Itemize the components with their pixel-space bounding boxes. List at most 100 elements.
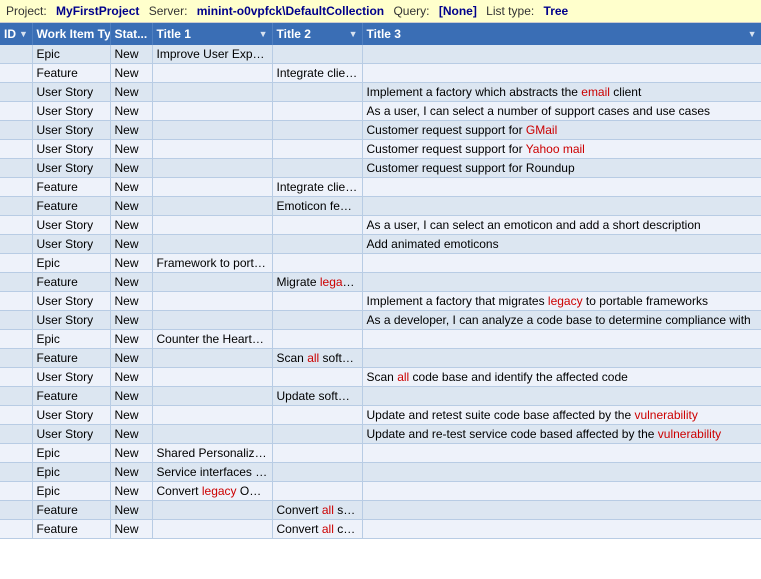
cell-title3	[362, 64, 761, 83]
cell-id	[0, 387, 32, 406]
table-row[interactable]: FeatureNewScan all software for the Open…	[0, 349, 761, 368]
table-row[interactable]: FeatureNewIntegrate client application w…	[0, 64, 761, 83]
cell-type: User Story	[32, 121, 110, 140]
table-row[interactable]: User StoryNewCustomer request support fo…	[0, 140, 761, 159]
cell-id	[0, 425, 32, 444]
cell-title2	[272, 254, 362, 273]
cell-title3	[362, 482, 761, 501]
col-id-label: ID	[4, 27, 16, 41]
cell-state: New	[110, 273, 152, 292]
cell-type: Feature	[32, 520, 110, 539]
cell-id	[0, 463, 32, 482]
cell-title2	[272, 368, 362, 387]
cell-type: User Story	[32, 406, 110, 425]
cell-title1	[152, 349, 272, 368]
table-row[interactable]: User StoryNewUpdate and re-test service …	[0, 425, 761, 444]
table-row[interactable]: FeatureNew Convert all client service cal…	[0, 520, 761, 539]
table-row[interactable]: EpicNewFramework to port applications to…	[0, 254, 761, 273]
table-row[interactable]: FeatureNewIntegrate client app with IM c…	[0, 178, 761, 197]
col-header-state[interactable]: Stat... ▼	[110, 23, 152, 45]
cell-type: User Story	[32, 159, 110, 178]
cell-type: Feature	[32, 178, 110, 197]
cell-title1	[152, 178, 272, 197]
table-row[interactable]: User StoryNewCustomer request support fo…	[0, 159, 761, 178]
table-row[interactable]: User StoryNewUpdate and retest suite cod…	[0, 406, 761, 425]
cell-title1	[152, 121, 272, 140]
table-row[interactable]: FeatureNewEmoticon feedback enabled in c…	[0, 197, 761, 216]
cell-title1	[152, 216, 272, 235]
col-header-title2[interactable]: Title 2 ▼	[272, 23, 362, 45]
cell-id	[0, 292, 32, 311]
cell-type: User Story	[32, 368, 110, 387]
cell-type: User Story	[32, 102, 110, 121]
table-row[interactable]: EpicNewShared Personalization and state	[0, 444, 761, 463]
table-row[interactable]: FeatureNewConvert all services from usin…	[0, 501, 761, 520]
cell-state: New	[110, 425, 152, 444]
col-header-title1[interactable]: Title 1 ▼	[152, 23, 272, 45]
cell-id	[0, 159, 32, 178]
cell-type: User Story	[32, 216, 110, 235]
cell-title2	[272, 425, 362, 444]
col-header-title3[interactable]: Title 3 ▼	[362, 23, 761, 45]
cell-type: Epic	[32, 463, 110, 482]
cell-title3	[362, 463, 761, 482]
cell-title2	[272, 159, 362, 178]
cell-id	[0, 235, 32, 254]
server-value: minint-o0vpfck\DefaultCollection	[197, 4, 384, 18]
table-row[interactable]: User StoryNewCustomer request support fo…	[0, 121, 761, 140]
cell-title1	[152, 83, 272, 102]
cell-id	[0, 444, 32, 463]
cell-state: New	[110, 254, 152, 273]
cell-title1	[152, 273, 272, 292]
table-row[interactable]: User StoryNewScan all code base and iden…	[0, 368, 761, 387]
col-state-label: Stat...	[115, 27, 148, 41]
cell-title3	[362, 45, 761, 64]
col-type-label: Work Item Ty...	[37, 27, 111, 41]
cell-state: New	[110, 349, 152, 368]
cell-id	[0, 64, 32, 83]
cell-title3	[362, 444, 761, 463]
table-row[interactable]: EpicNewConvert legacy Odata service inte…	[0, 482, 761, 501]
cell-state: New	[110, 482, 152, 501]
cell-state: New	[110, 463, 152, 482]
cell-type: Feature	[32, 387, 110, 406]
cell-state: New	[110, 292, 152, 311]
table-row[interactable]: User StoryNewAs a user, I can select an …	[0, 216, 761, 235]
cell-title1	[152, 197, 272, 216]
cell-type: Feature	[32, 197, 110, 216]
col-header-type[interactable]: Work Item Ty... ▼	[32, 23, 110, 45]
cell-title1: Counter the Heartbleed web security bug	[152, 330, 272, 349]
cell-id	[0, 482, 32, 501]
column-header-row: ID ▼ Work Item Ty... ▼ Stat... ▼	[0, 23, 761, 45]
project-label: Project:	[6, 4, 47, 18]
table-row[interactable]: EpicNewService interfaces to support RES…	[0, 463, 761, 482]
table-row[interactable]: EpicNewImprove User Experience	[0, 45, 761, 64]
cell-id	[0, 273, 32, 292]
table-row[interactable]: User StoryNewAs a developer, I can analy…	[0, 311, 761, 330]
cell-state: New	[110, 178, 152, 197]
cell-title1: Convert legacy Odata service interfaces …	[152, 482, 272, 501]
project-value: MyFirstProject	[56, 4, 139, 18]
cell-id	[0, 311, 32, 330]
table-row[interactable]: User StoryNewAdd animated emoticons	[0, 235, 761, 254]
cell-title2	[272, 121, 362, 140]
col-header-id[interactable]: ID ▼	[0, 23, 32, 45]
cell-title1	[152, 368, 272, 387]
cell-title2: Convert all client service calls from us…	[272, 520, 362, 539]
cell-title2	[272, 482, 362, 501]
cell-type: User Story	[32, 83, 110, 102]
table-row[interactable]: FeatureNewMigrate legacy code to portabl…	[0, 273, 761, 292]
table-row[interactable]: FeatureNew Update software to resolve the…	[0, 387, 761, 406]
cell-id	[0, 178, 32, 197]
cell-state: New	[110, 387, 152, 406]
cell-title1	[152, 311, 272, 330]
table-row[interactable]: EpicNewCounter the Heartbleed web securi…	[0, 330, 761, 349]
table-row[interactable]: User StoryNewAs a user, I can select a n…	[0, 102, 761, 121]
cell-id	[0, 102, 32, 121]
table-row[interactable]: User StoryNewImplement a factory that mi…	[0, 292, 761, 311]
cell-title2: Update software to resolve the Open SLL …	[272, 387, 362, 406]
cell-state: New	[110, 520, 152, 539]
cell-title1	[152, 425, 272, 444]
table-row[interactable]: User StoryNewImplement a factory which a…	[0, 83, 761, 102]
cell-state: New	[110, 330, 152, 349]
